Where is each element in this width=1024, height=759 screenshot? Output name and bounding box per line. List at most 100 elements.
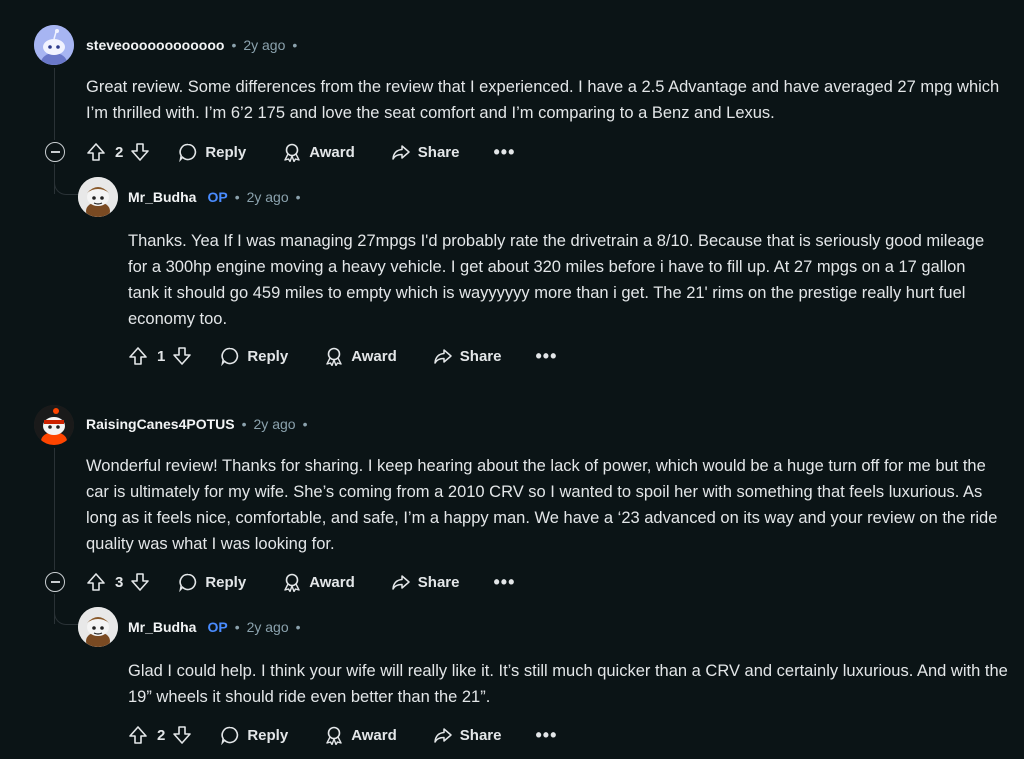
comment-header: Mr_Budha OP • 2y ago • [128,619,301,635]
timestamp[interactable]: 2y ago [247,619,289,635]
share-icon [392,145,410,160]
comment-bubble-icon [179,573,197,592]
snoo-avatar-icon [78,607,118,647]
award-button[interactable]: Award [324,725,397,745]
reply-label: Reply [247,726,289,744]
share-icon [392,575,410,590]
more-options-button[interactable]: ••• [535,346,557,367]
downvote-icon [131,573,150,591]
award-button[interactable]: Award [282,572,355,592]
separator-dot: • [295,619,301,635]
timestamp[interactable]: 2y ago [247,189,289,205]
comment-body: Thanks. Yea If I was managing 27mpgs I'd… [128,232,985,328]
snoo-avatar-icon [34,405,74,445]
downvote-button[interactable] [130,142,150,162]
reply-label: Reply [205,143,247,161]
comment-header: RaisingCanes4POTUS • 2y ago • [86,416,307,432]
award-label: Award [309,573,355,591]
avatar[interactable] [34,25,74,65]
award-icon [284,143,300,162]
separator-dot: • [241,416,247,432]
downvote-icon [173,347,192,365]
separator-dot: • [302,416,308,432]
award-icon [326,726,342,745]
share-button[interactable]: Share [391,572,460,592]
share-label: Share [459,347,502,365]
reply-button[interactable]: Reply [178,572,246,592]
award-icon [284,573,300,592]
separator-dot: • [231,37,237,53]
vote-count: 2 [157,726,166,744]
share-icon [434,728,452,743]
separator-dot: • [234,619,240,635]
separator-dot: • [292,37,298,53]
separator-dot: • [234,189,240,205]
thread-connector [54,176,79,195]
more-options-button[interactable]: ••• [493,142,515,163]
snoo-avatar-icon [34,25,74,65]
comment-bubble-icon [179,143,197,162]
thread-connector [54,606,79,625]
action-bar: 1 Reply Award Share ••• [128,340,557,372]
action-bar: 2 Reply Award Share ••• [86,136,515,168]
upvote-icon [87,573,105,591]
upvote-icon [87,143,105,161]
comment-header: Mr_Budha OP • 2y ago • [128,189,301,205]
vote-count: 1 [157,347,166,365]
downvote-icon [131,143,150,161]
reply-button[interactable]: Reply [220,725,288,745]
award-label: Award [309,143,355,161]
comment-body: Great review. Some differences from the … [86,78,1000,122]
share-button[interactable]: Share [433,346,502,366]
vote-count: 2 [115,143,124,161]
share-button[interactable]: Share [433,725,502,745]
separator-dot: • [295,189,301,205]
timestamp[interactable]: 2y ago [254,416,296,432]
award-button[interactable]: Award [324,346,397,366]
comment-header: steveoooooooooooo • 2y ago • [86,37,297,53]
action-bar: 3 Reply Award Share ••• [86,566,515,598]
snoo-avatar-icon [78,177,118,217]
upvote-button[interactable] [86,142,106,162]
share-button[interactable]: Share [391,142,459,162]
avatar[interactable] [78,607,118,647]
share-icon [434,349,452,364]
comment-bubble-icon [221,726,239,745]
op-badge: OP [207,619,228,635]
upvote-button[interactable] [86,572,106,592]
op-badge: OP [207,189,228,205]
vote-count: 3 [115,573,124,591]
more-options-button[interactable]: ••• [535,725,557,746]
upvote-button[interactable] [128,346,148,366]
username[interactable]: Mr_Budha [128,189,196,205]
downvote-button[interactable] [172,346,192,366]
reply-label: Reply [247,347,289,365]
upvote-icon [129,726,147,744]
reply-button[interactable]: Reply [178,142,246,162]
award-button[interactable]: Award [282,142,355,162]
share-label: Share [417,573,460,591]
avatar[interactable] [78,177,118,217]
thread-line[interactable] [54,448,55,570]
more-options-button[interactable]: ••• [493,572,515,593]
share-label: Share [459,726,502,744]
action-bar: 2 Reply Award Share ••• [128,719,557,751]
thread-line[interactable] [54,68,55,140]
upvote-button[interactable] [128,725,148,745]
reply-label: Reply [205,573,247,591]
avatar[interactable] [34,405,74,445]
reply-button[interactable]: Reply [220,346,288,366]
award-icon [326,347,342,366]
downvote-button[interactable] [172,725,192,745]
award-label: Award [351,347,397,365]
collapse-button[interactable] [45,142,65,162]
timestamp[interactable]: 2y ago [243,37,285,53]
username[interactable]: Mr_Budha [128,619,196,635]
collapse-button[interactable] [45,572,65,592]
comment-body: Wonderful review! Thanks for sharing. I … [86,457,998,553]
username[interactable]: steveoooooooooooo [86,37,224,53]
username[interactable]: RaisingCanes4POTUS [86,416,235,432]
comment-body: Glad I could help. I think your wife wil… [128,662,1008,706]
downvote-button[interactable] [130,572,150,592]
comment-bubble-icon [221,347,239,366]
